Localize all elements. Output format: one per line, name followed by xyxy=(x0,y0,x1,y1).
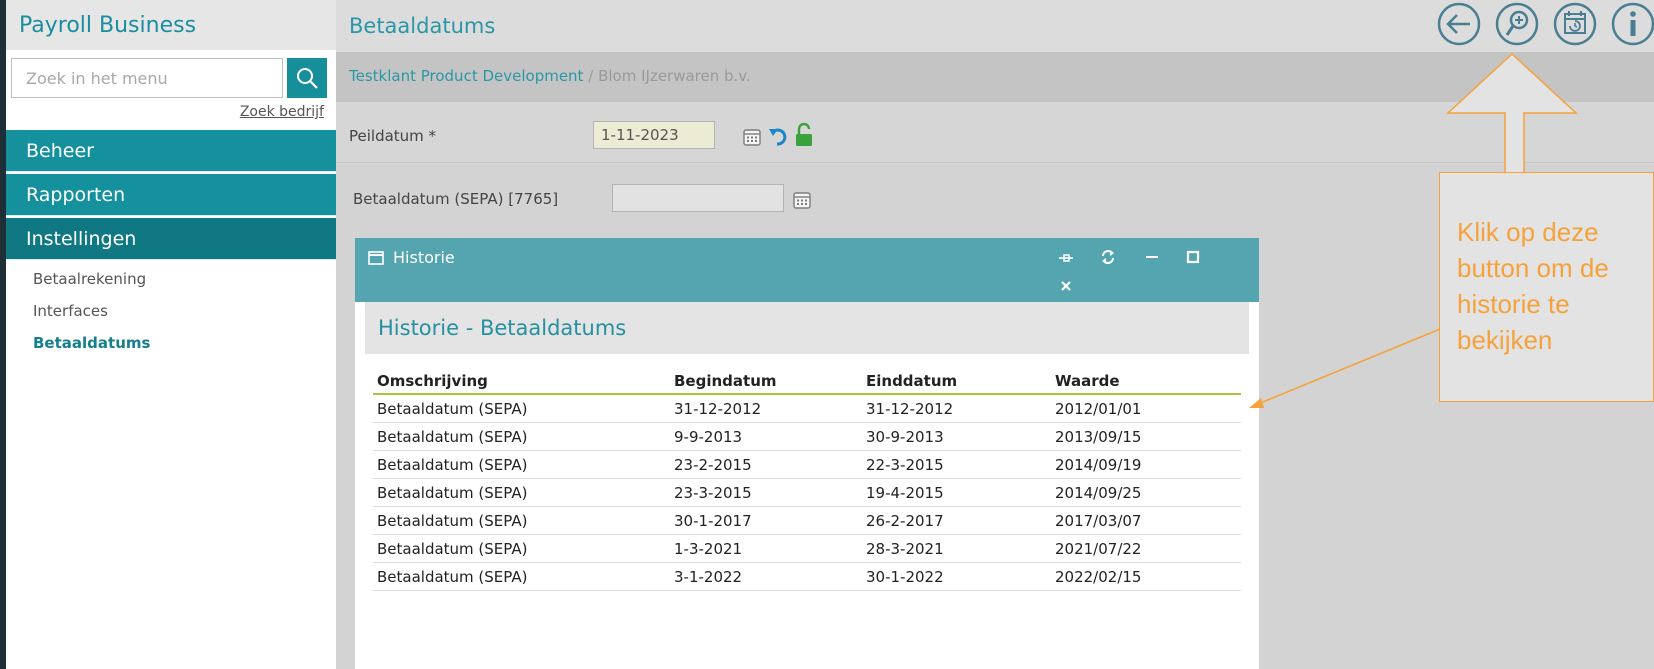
callout-up-arrow xyxy=(1446,52,1578,177)
callout-pointer-head xyxy=(1249,398,1264,408)
callout-pointer-line xyxy=(1257,326,1446,405)
callout-text: Klik op deze button om de historie te be… xyxy=(1457,217,1609,355)
annotation-overlay xyxy=(1249,52,1578,408)
